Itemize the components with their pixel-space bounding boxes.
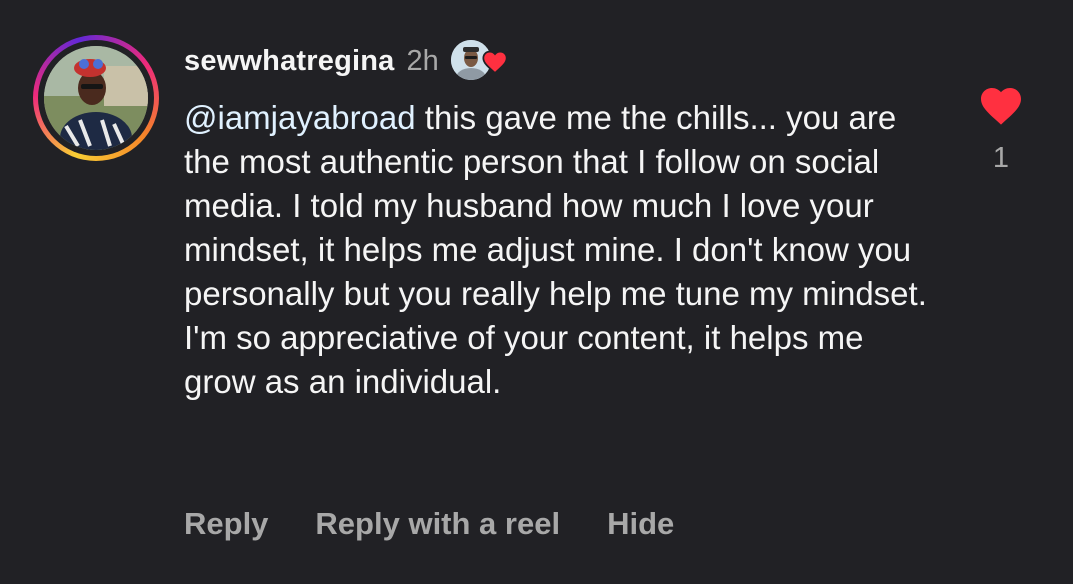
avatar-image xyxy=(44,46,148,150)
comment-header: sewwhatregina 2h xyxy=(184,38,509,84)
heart-icon xyxy=(482,50,508,74)
reply-with-reel-button[interactable]: Reply with a reel xyxy=(315,506,560,542)
avatar-photo xyxy=(44,46,148,150)
comment-body: this gave me the chills... you are the m… xyxy=(184,99,927,400)
mention-link[interactable]: @iamjayabroad xyxy=(184,99,416,136)
creator-liked-indicator xyxy=(450,38,509,84)
timestamp: 2h xyxy=(406,44,439,77)
hide-button[interactable]: Hide xyxy=(607,506,674,542)
like-count: 1 xyxy=(992,142,1010,174)
username[interactable]: sewwhatregina xyxy=(184,45,395,78)
heart-icon[interactable] xyxy=(976,82,1026,126)
comment-actions: Reply Reply with a reel Hide xyxy=(184,506,674,542)
user-avatar[interactable] xyxy=(33,35,159,161)
reply-button[interactable]: Reply xyxy=(184,506,268,542)
comment-text: @iamjayabroad this gave me the chills...… xyxy=(184,96,944,404)
